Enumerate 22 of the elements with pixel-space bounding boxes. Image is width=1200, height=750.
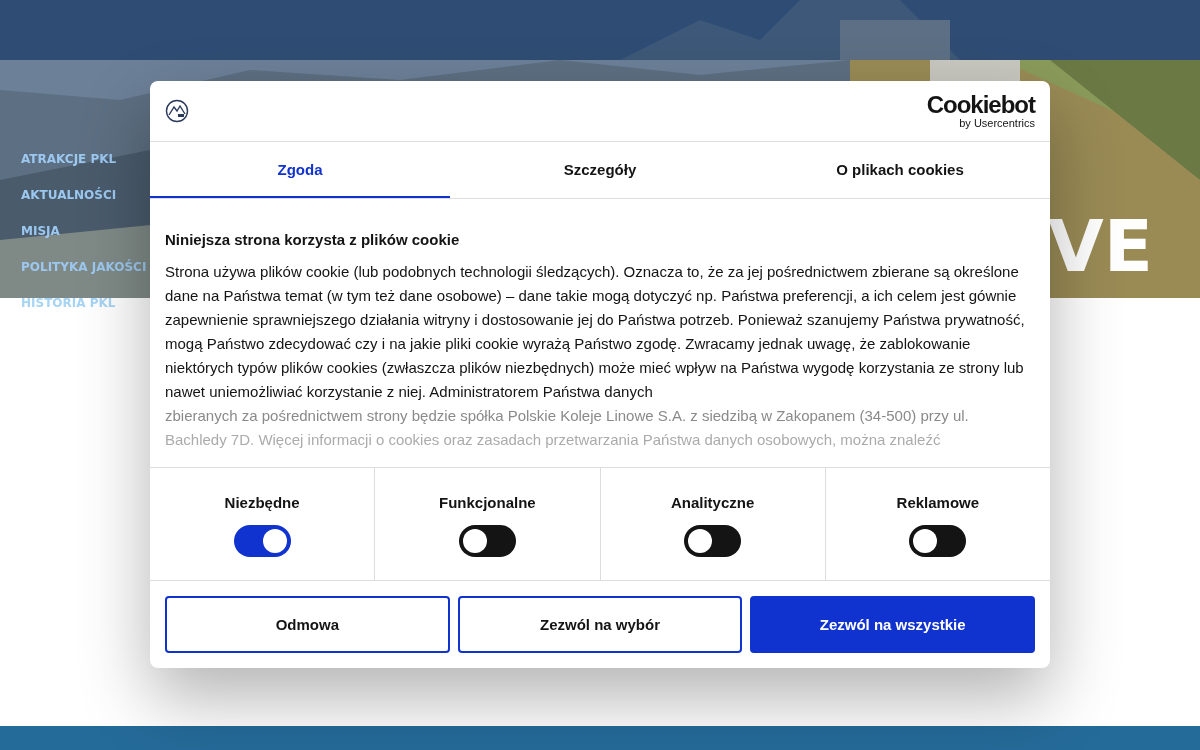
- tab[interactable]: Zgoda: [150, 142, 450, 198]
- faded-text: zbieranych za pośrednictwem strony będzie spółka Polskie Koleje Linowe S.A. z siedzibą w Zakopanem (34-500) przy ul.: [165, 406, 970, 426]
- toggle-switch[interactable]: [233, 525, 291, 557]
- hero-heading: VE: [1048, 210, 1153, 282]
- tab[interactable]: O plikach cookies: [750, 142, 1050, 198]
- accept-all-button[interactable]: Zezwól na wszystkie: [750, 596, 1035, 653]
- tab[interactable]: Szczegóły: [450, 142, 750, 198]
- toggle-switch[interactable]: [684, 525, 742, 557]
- cookie-description: Strona używa plików cookie (lub podobnych technologii śledzących). Oznacza to, że za jej pośrednictwem zbierane są określone dane na Państwa temat (w tym też dane osobowe) – dane takie mogą dotyczyć np. Państwa preferencji, a ich celem jest gównie zapewnienie sprawniejszego działania witryny i dostosowanie jej do Państwa potrzeb. Ponieważ szanujemy Państwa prywatność, mogą Państwo zdecydować czy i na jakie pliki cookie wyrażą Państwo zgodę. Zwracamy jednak uwagę, że zablokowanie niektórych typów plików cookies (zwłaszcza plików niezbędnych) może mieć wpływ na Państwa wygodę korzystania ze strony lub nawet uniemożliwiać korzystanie z niej. Administratorem Państwa danych: [165, 262, 1026, 402]
- category-label: Reklamowe: [896, 494, 980, 511]
- dialog-button[interactable]: Odmowa: [165, 596, 450, 653]
- brand-name: Cookiebot: [926, 93, 1035, 117]
- toggle-switch[interactable]: [458, 525, 516, 557]
- category-label: Niezbędne: [224, 494, 300, 511]
- faded-text: Bachledy 7D. Więcej informacji o cookies oraz zasadach przetwarzania Państwa danych osobowych, można znaleźć: [165, 430, 942, 450]
- dialog-heading: Niniejsza strona korzysta z plików cookie: [165, 231, 461, 248]
- toggle-switch[interactable]: [909, 525, 967, 557]
- category-label: Analityczne: [670, 494, 755, 511]
- brand-byline: by Usercentrics: [958, 118, 1035, 129]
- category-label: Funkcjonalne: [439, 494, 536, 511]
- dialog-button[interactable]: Zezwól na wybór: [457, 596, 743, 653]
- mountain-logo-icon: [165, 99, 189, 123]
